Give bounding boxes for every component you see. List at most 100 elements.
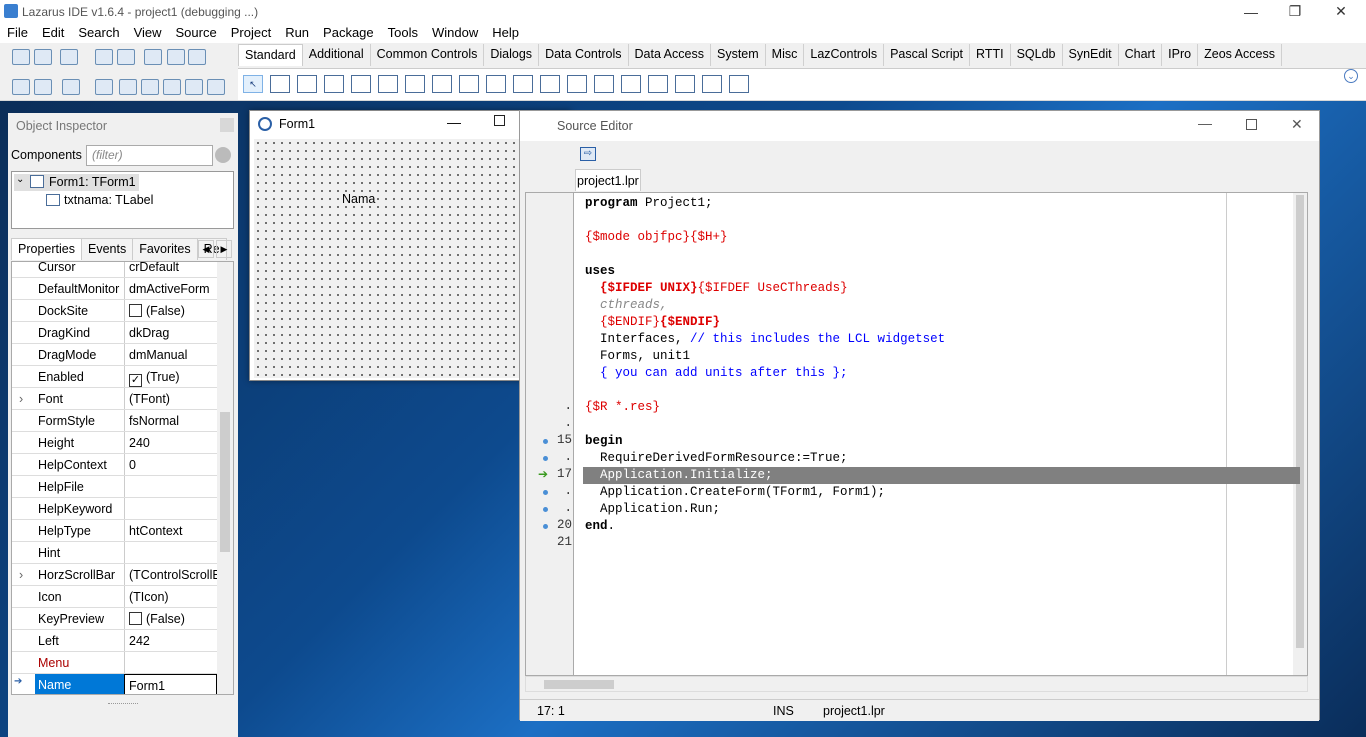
tab-zeos-access[interactable]: Zeos Access <box>1198 44 1282 66</box>
property-value[interactable]: dkDrag <box>124 322 217 343</box>
code-line[interactable]: RequireDerivedFormResource:=True; <box>585 450 848 467</box>
breakpoint-dot-icon[interactable] <box>543 507 548 512</box>
filter-clear-icon[interactable] <box>215 147 231 163</box>
code-line[interactable]: Application.Initialize; <box>585 467 773 484</box>
jump-forward-icon[interactable]: ⇨ <box>580 147 596 161</box>
breakpoint-dot-icon[interactable] <box>543 456 548 461</box>
tframe-icon[interactable] <box>702 75 722 93</box>
filter-input[interactable]: (filter) <box>86 145 213 166</box>
tlistbox-icon[interactable] <box>513 75 533 93</box>
tmemo-icon[interactable] <box>405 75 425 93</box>
code-line[interactable]: begin <box>585 433 623 450</box>
property-row[interactable]: DragKind dkDrag <box>12 322 217 344</box>
breakpoint-dot-icon[interactable] <box>543 439 548 444</box>
tactionlist-icon[interactable] <box>729 75 749 93</box>
toolbar-button-icon[interactable] <box>34 79 52 95</box>
tab-system[interactable]: System <box>711 44 766 66</box>
splitter-grip[interactable] <box>108 703 138 705</box>
tab-chart[interactable]: Chart <box>1119 44 1163 66</box>
property-value[interactable]: fsNormal <box>124 410 217 431</box>
code-line[interactable]: cthreads, <box>585 297 668 314</box>
property-value[interactable]: (False) <box>124 608 217 629</box>
property-row[interactable]: HelpKeyword <box>12 498 217 520</box>
collapse-icon[interactable]: ⌄ <box>16 174 24 185</box>
property-value[interactable] <box>124 542 217 563</box>
property-row[interactable]: HelpFile <box>12 476 217 498</box>
tcheckbox-icon[interactable] <box>459 75 479 93</box>
menu-edit[interactable]: Edit <box>35 23 71 40</box>
tedit-icon[interactable] <box>378 75 398 93</box>
property-row[interactable]: Height 240 <box>12 432 217 454</box>
palette-options-icon[interactable]: ⌄ <box>1344 69 1358 83</box>
toolbar-button-icon[interactable] <box>163 79 181 95</box>
code-line[interactable]: {$IFDEF UNIX}{$IFDEF UseCThreads} <box>585 280 848 297</box>
tab-favorites[interactable]: Favorites <box>132 238 198 260</box>
toolbar-button-icon[interactable] <box>119 79 137 95</box>
tcombobox-icon[interactable] <box>540 75 560 93</box>
toolbar-button-icon[interactable] <box>207 79 225 95</box>
property-row[interactable]: Cursor crDefault <box>12 262 217 278</box>
scroll-thumb[interactable] <box>544 680 614 689</box>
property-value[interactable]: htContext <box>124 520 217 541</box>
tab-pascal-script[interactable]: Pascal Script <box>884 44 971 66</box>
txtnama-label[interactable]: Nama <box>342 192 376 206</box>
property-row[interactable]: DragMode dmManual <box>12 344 217 366</box>
toolbar-button-icon[interactable] <box>60 49 78 65</box>
tab-data-access[interactable]: Data Access <box>629 44 711 66</box>
tlabel-icon[interactable] <box>351 75 371 93</box>
tradiogroup-icon[interactable] <box>621 75 641 93</box>
tab-scroll-right-icon[interactable]: ▶ <box>216 240 232 258</box>
menu-window[interactable]: Window <box>425 23 485 40</box>
property-row[interactable]: Enabled ✓ (True) <box>12 366 217 388</box>
toolbar-button-icon[interactable] <box>185 79 203 95</box>
menu-file[interactable]: File <box>0 23 35 40</box>
toolbar-button-icon[interactable] <box>34 49 52 65</box>
menu-help[interactable]: Help <box>485 23 526 40</box>
property-row[interactable]: Icon (TIcon) <box>12 586 217 608</box>
tab-properties[interactable]: Properties <box>11 238 82 260</box>
tab-rtti[interactable]: RTTI <box>970 44 1011 66</box>
tbutton-icon[interactable] <box>324 75 344 93</box>
menu-search[interactable]: Search <box>71 23 126 40</box>
toolbar-button-icon[interactable] <box>95 49 113 65</box>
arrow-icon[interactable]: ↖ <box>243 75 263 93</box>
tpanel-icon[interactable] <box>675 75 695 93</box>
property-value[interactable] <box>124 652 217 673</box>
toolbar-button-icon[interactable] <box>141 79 159 95</box>
tcheckgroup-icon[interactable] <box>648 75 668 93</box>
restore-icon[interactable]: ❐ <box>1272 0 1318 23</box>
property-scrollbar[interactable] <box>217 262 233 694</box>
breakpoint-dot-icon[interactable] <box>543 524 548 529</box>
property-row[interactable]: HelpContext 0 <box>12 454 217 476</box>
menu-source[interactable]: Source <box>169 23 224 40</box>
code-line[interactable]: {$ENDIF}{$ENDIF} <box>585 314 720 331</box>
toolbar-button-icon[interactable] <box>12 79 30 95</box>
tab-scroll-left-icon[interactable]: ◀ <box>198 240 214 258</box>
checkbox-icon[interactable]: ✓ <box>129 374 142 387</box>
code-line[interactable]: Application.Run; <box>585 501 720 518</box>
property-value[interactable]: (False) <box>124 300 217 321</box>
tradiobutton-icon[interactable] <box>486 75 506 93</box>
scroll-thumb[interactable] <box>1296 195 1304 648</box>
minimize-icon[interactable]: — <box>1198 115 1212 131</box>
code-line[interactable]: program Project1; <box>585 195 713 212</box>
ttogglebox-icon[interactable] <box>432 75 452 93</box>
code-line[interactable]: {$R *.res} <box>585 399 660 416</box>
inspector-close-icon[interactable] <box>220 118 234 132</box>
property-value[interactable]: dmActiveForm <box>124 278 217 299</box>
property-value[interactable]: (TControlScrollBa <box>124 564 217 585</box>
editor-vscroll[interactable] <box>1293 193 1307 675</box>
expand-icon[interactable]: › <box>19 568 23 582</box>
close-icon[interactable]: ✕ <box>1291 116 1303 133</box>
tab-standard[interactable]: Standard <box>238 44 303 66</box>
code-line[interactable]: {$mode objfpc}{$H+} <box>585 229 728 246</box>
tree-item-form1[interactable]: ⌄ Form1: TForm1 <box>14 174 139 191</box>
breakpoint-dot-icon[interactable] <box>543 490 548 495</box>
tab-lazcontrols[interactable]: LazControls <box>804 44 885 66</box>
property-row[interactable]: KeyPreview (False) <box>12 608 217 630</box>
code-line[interactable]: uses <box>585 263 615 280</box>
maximize-icon[interactable] <box>1246 119 1257 130</box>
tab-synedit[interactable]: SynEdit <box>1063 44 1119 66</box>
scroll-thumb[interactable] <box>220 412 230 552</box>
property-value[interactable]: dmManual <box>124 344 217 365</box>
